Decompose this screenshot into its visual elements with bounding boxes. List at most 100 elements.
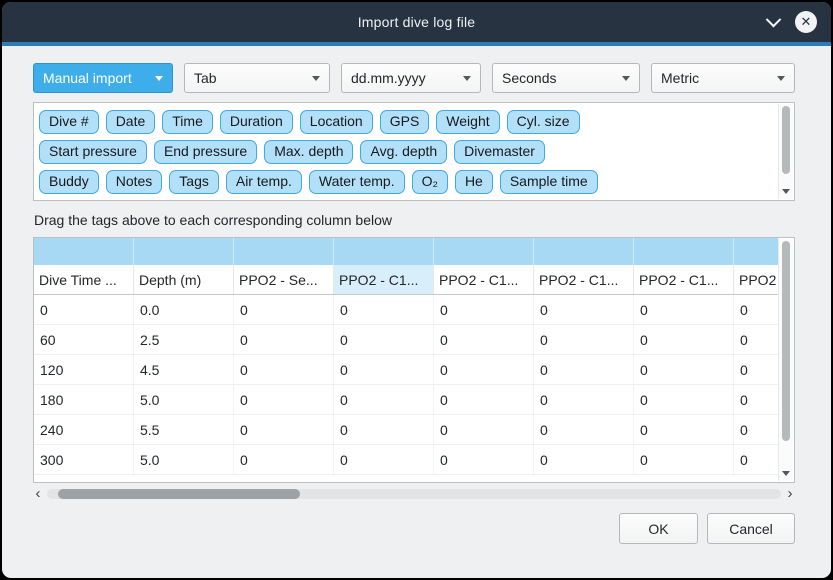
field-tag[interactable]: Sample depth (39, 200, 145, 201)
scrollbar-track[interactable] (47, 489, 781, 499)
table-header-row: Dive Time ...Depth (m)PPO2 - Se...PPO2 -… (34, 265, 778, 295)
scrollbar-handle[interactable] (58, 489, 300, 499)
scroll-down-arrow-icon[interactable] (782, 471, 790, 476)
close-button[interactable]: ✕ (795, 11, 817, 33)
table-viewport: Dive Time ...Depth (m)PPO2 - Se...PPO2 -… (34, 238, 778, 482)
field-tag[interactable]: Buddy (39, 170, 99, 194)
column-header[interactable]: PPO2 - C1... (434, 265, 534, 294)
table-cell: 0 (734, 355, 778, 384)
column-header[interactable]: PPO2 - Se... (234, 265, 334, 294)
table-cell: 0 (634, 295, 734, 324)
table-cell: 0 (434, 295, 534, 324)
column-header[interactable]: PPO2 (734, 265, 778, 294)
table-cell: 0 (234, 415, 334, 444)
units-system-combo[interactable]: Metric (651, 63, 795, 93)
field-tag[interactable]: Tags (169, 170, 219, 194)
table-cell: 0 (234, 445, 334, 474)
field-separator-combo[interactable]: Tab (184, 63, 330, 93)
field-tag[interactable]: Date (106, 110, 156, 134)
table-cell: 5.5 (134, 415, 234, 444)
table-row: 1805.0000000 (34, 385, 778, 415)
scroll-down-arrow-icon[interactable] (782, 189, 790, 194)
field-tag[interactable]: Duration (220, 110, 293, 134)
column-drop-zone[interactable] (634, 238, 734, 265)
titlebar[interactable]: Import dive log file ✕ (2, 2, 831, 42)
column-drop-zone[interactable] (434, 238, 534, 265)
chevron-down-icon (312, 76, 320, 81)
table-cell: 0 (534, 415, 634, 444)
field-tag[interactable]: Weight (436, 110, 499, 134)
duration-format-combo[interactable]: Seconds (492, 63, 640, 93)
tag-rows: Dive # DateTime Duration Location GPSWeight C… (39, 110, 772, 201)
table-cell: 0 (334, 415, 434, 444)
table-cell: 0 (634, 355, 734, 384)
column-drop-zone[interactable] (234, 238, 334, 265)
column-header[interactable]: Dive Time ... (34, 265, 134, 294)
column-drop-zone[interactable] (134, 238, 234, 265)
field-tag[interactable]: Water temp. (309, 170, 405, 194)
table-cell: 240 (34, 415, 134, 444)
column-header[interactable]: PPO2 - C1... (534, 265, 634, 294)
column-drop-zone[interactable] (534, 238, 634, 265)
field-tag[interactable]: Sample CNS (368, 200, 469, 201)
field-tag[interactable]: Cyl. size (507, 110, 580, 134)
field-tag[interactable]: Notes (106, 170, 163, 194)
chevron-down-icon (463, 76, 471, 81)
field-tag[interactable]: Time (162, 110, 213, 134)
field-tag[interactable]: Avg. depth (360, 140, 447, 164)
table-cell: 300 (34, 445, 134, 474)
window-frame: Import dive log file ✕ Manual import Tab d… (0, 0, 833, 580)
table-cell: 0 (334, 385, 434, 414)
import-mode-combo[interactable]: Manual import (33, 63, 173, 93)
chevron-down-icon[interactable] (766, 11, 782, 27)
combo-row: Manual import Tab dd.mm.yyyy Seconds Metric (33, 63, 795, 93)
cancel-button[interactable]: Cancel (707, 513, 795, 544)
table-row: 3005.0000000 (34, 445, 778, 475)
table-cell: 0 (734, 385, 778, 414)
table-cell: 0 (434, 325, 534, 354)
column-drop-zone[interactable] (34, 238, 134, 265)
column-drop-zone[interactable] (734, 238, 778, 265)
column-header[interactable]: Depth (m) (134, 265, 234, 294)
field-tag[interactable]: Divemaster (454, 140, 545, 164)
combo-selected-value: Tab (194, 70, 217, 86)
table-cell: 0 (334, 355, 434, 384)
field-tag[interactable]: Sample temp. (152, 200, 258, 201)
field-tag[interactable]: Max. depth (264, 140, 353, 164)
tag-row: Start pressure End pressure Max. depth Avg.… (39, 140, 772, 164)
field-tag[interactable]: GPS (380, 110, 430, 134)
combo-selected-value: dd.mm.yyyy (351, 70, 426, 86)
field-tag[interactable]: Location (300, 110, 373, 134)
table-cell: 0 (434, 445, 534, 474)
field-tag[interactable]: He (455, 170, 493, 194)
table-cell: 0.0 (134, 295, 234, 324)
table-cell: 0 (734, 295, 778, 324)
table-cell: 0 (334, 295, 434, 324)
field-tag[interactable]: Start pressure (39, 140, 147, 164)
chevron-down-icon (155, 76, 163, 81)
scrollbar-handle[interactable] (782, 241, 790, 441)
field-tag[interactable]: O₂ (412, 170, 448, 194)
field-tag[interactable]: Sample pO₂ (266, 200, 361, 201)
table-cell: 5.0 (134, 385, 234, 414)
scroll-right-arrow-icon[interactable]: › (785, 486, 795, 501)
field-tag[interactable]: Dive # (39, 110, 99, 134)
table-horizontal-scrollbar[interactable]: ‹ › (33, 485, 795, 502)
table-cell: 4.5 (134, 355, 234, 384)
tag-row: Dive # DateTime Duration Location GPSWeight C… (39, 110, 772, 134)
table-cell: 0 (634, 415, 734, 444)
combo-selected-value: Manual import (43, 70, 132, 86)
field-tag[interactable]: Sample time (500, 170, 598, 194)
table-cell: 0 (534, 295, 634, 324)
scroll-left-arrow-icon[interactable]: ‹ (33, 486, 43, 501)
field-tag[interactable]: End pressure (154, 140, 257, 164)
ok-button[interactable]: OK (619, 513, 698, 544)
tags-vertical-scrollbar[interactable] (778, 104, 793, 199)
scrollbar-handle[interactable] (782, 106, 790, 174)
table-vertical-scrollbar[interactable] (778, 239, 793, 481)
column-drop-zone[interactable] (334, 238, 434, 265)
column-header[interactable]: PPO2 - C1... (634, 265, 734, 294)
date-format-combo[interactable]: dd.mm.yyyy (341, 63, 481, 93)
column-header[interactable]: PPO2 - C1... (334, 265, 434, 294)
field-tag[interactable]: Air temp. (226, 170, 302, 194)
